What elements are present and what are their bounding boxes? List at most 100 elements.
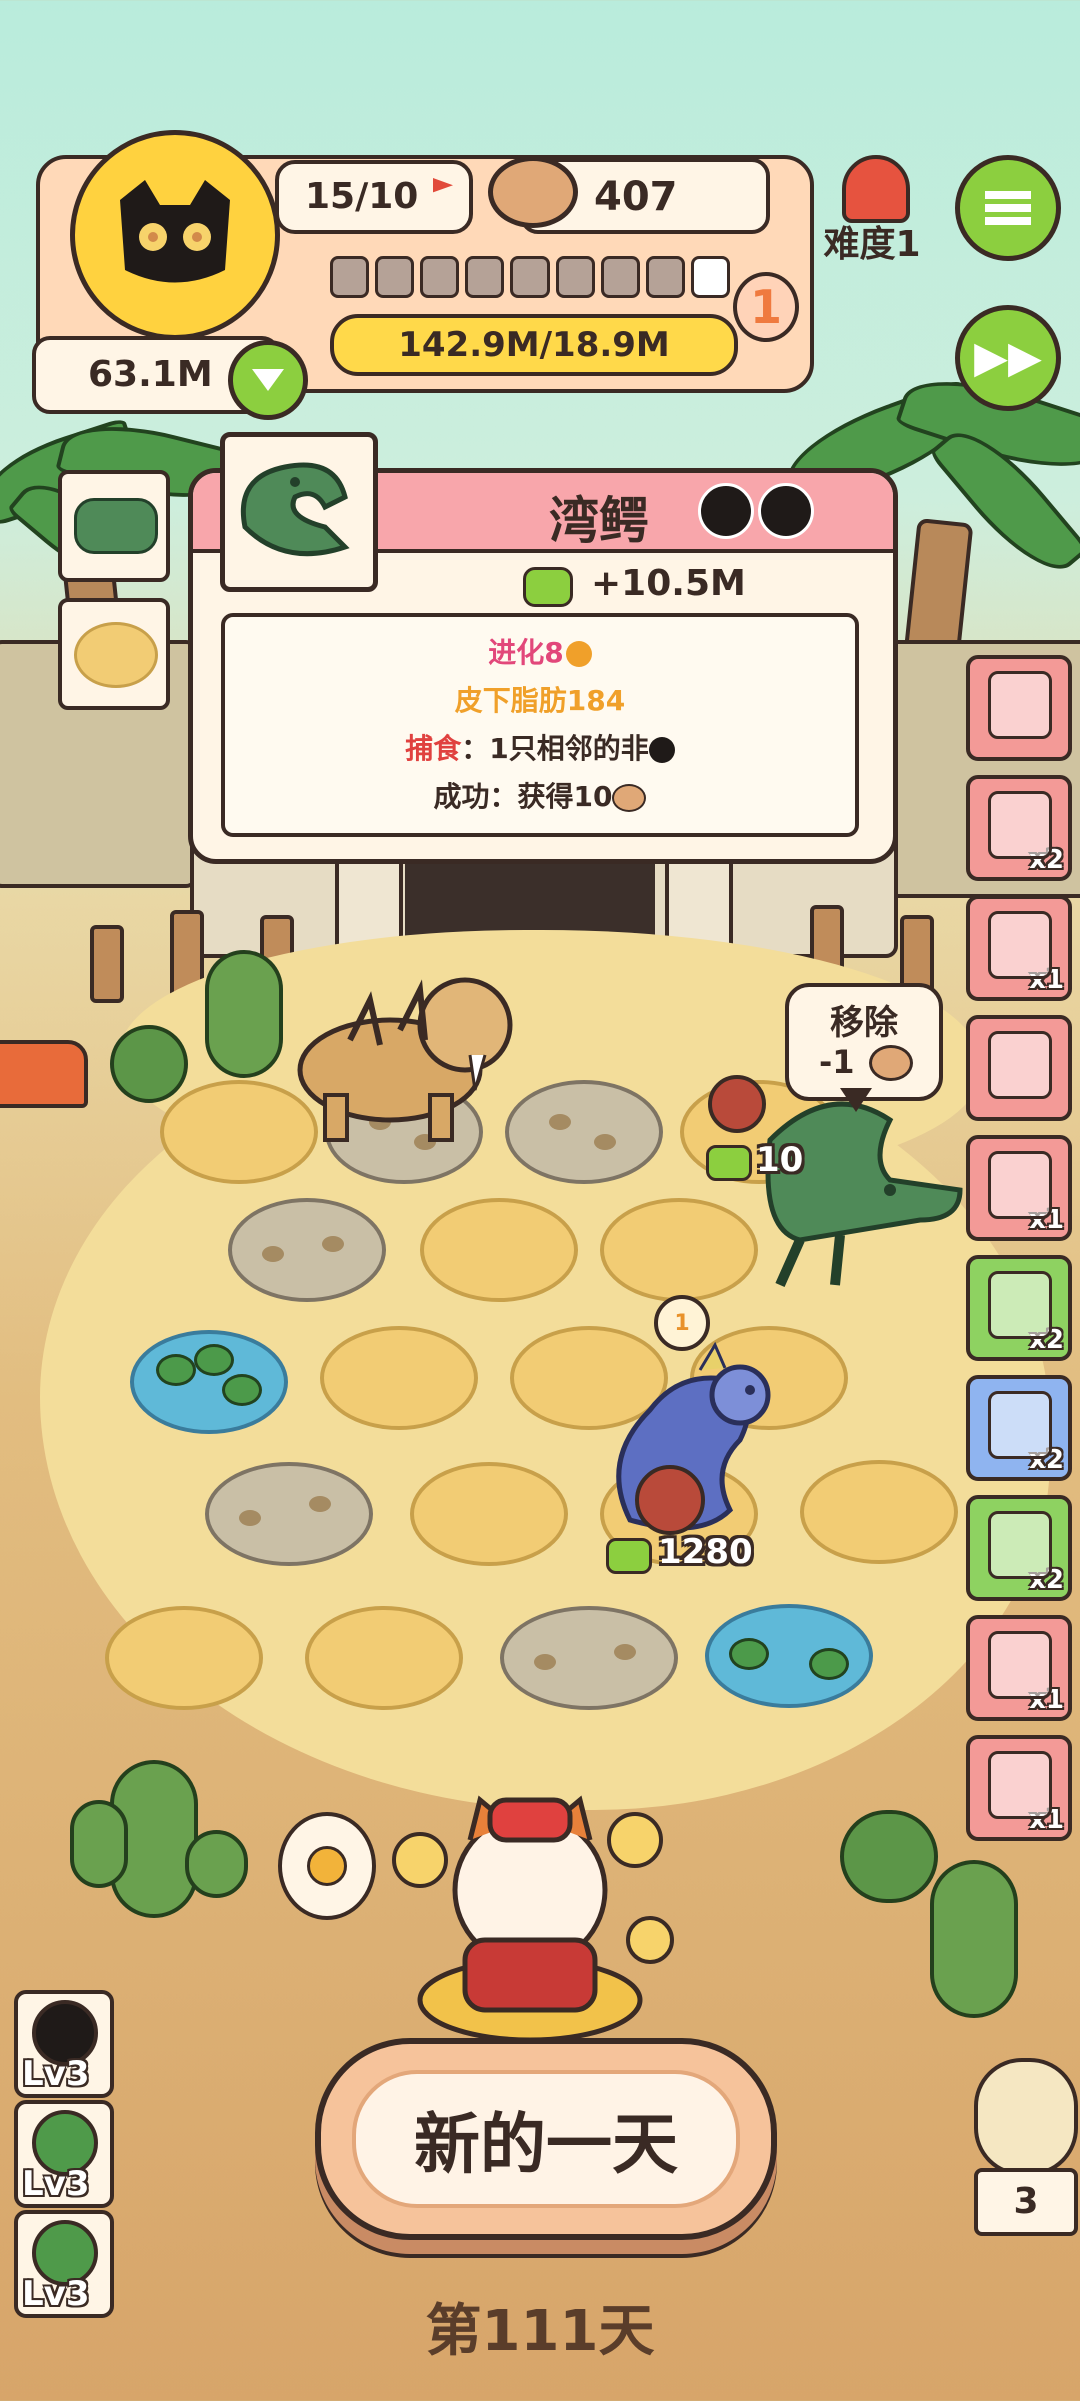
side-item[interactable] xyxy=(966,1015,1072,1121)
menu-button[interactable] xyxy=(955,155,1061,261)
remove-bubble[interactable]: 移除 -1 xyxy=(785,983,943,1101)
level-badge: 1 xyxy=(733,272,799,342)
population-value: 15/10 xyxy=(305,176,419,217)
progress-segment xyxy=(510,256,550,298)
dragon-badge: 1 xyxy=(654,1295,710,1351)
board-tile[interactable] xyxy=(320,1326,478,1430)
tray-icon xyxy=(988,1151,1052,1219)
board-tile[interactable] xyxy=(420,1198,578,1302)
progress-segment xyxy=(645,256,685,298)
board-tile-pond[interactable] xyxy=(130,1330,288,1434)
lucky-cat-mascot[interactable] xyxy=(380,1770,680,2040)
mini-card-croc[interactable] xyxy=(58,470,170,582)
crocodile-creature[interactable] xyxy=(740,1080,970,1300)
sand-tile-icon xyxy=(74,622,158,688)
remove-bubble-title: 移除 xyxy=(830,1003,898,1043)
side-item[interactable]: x1 xyxy=(966,895,1072,1001)
board-tile-rock[interactable] xyxy=(505,1080,663,1184)
card-icon xyxy=(988,791,1052,859)
sabertooth-tiger[interactable] xyxy=(280,930,520,1150)
board-tile[interactable] xyxy=(600,1198,758,1302)
evolve-line: 进化8 xyxy=(225,631,855,671)
hunt-label: 捕食 xyxy=(405,732,462,765)
snack-bag-icon xyxy=(988,1271,1052,1339)
new-day-button[interactable]: 新的一天 xyxy=(315,2038,777,2240)
skill-level: Lv3 xyxy=(22,2054,90,2094)
can-icon xyxy=(612,784,647,812)
crystal-icon xyxy=(988,1751,1052,1819)
black-cat-icon xyxy=(120,180,230,283)
cat-can-icon xyxy=(488,156,578,228)
skill-badge[interactable]: Lv3 xyxy=(14,1990,114,2098)
creature-portrait xyxy=(220,432,378,592)
side-item[interactable]: x1 xyxy=(966,1615,1072,1721)
jar-plant-icon xyxy=(988,911,1052,979)
mini-card-tile[interactable] xyxy=(58,598,170,710)
tent-icon xyxy=(988,1511,1052,1579)
owl-icon xyxy=(974,2058,1078,2176)
fast-forward-button[interactable]: ▶▶ xyxy=(955,305,1061,411)
popup-details: 进化8 皮下脂肪184 捕食：1只相邻的非 成功：获得10 xyxy=(221,613,859,837)
gear-trait-icon xyxy=(758,483,814,539)
progress-segment xyxy=(690,256,730,298)
board-tile[interactable] xyxy=(305,1606,463,1710)
meat-icon xyxy=(635,1465,705,1535)
skill-badge[interactable]: Lv3 xyxy=(14,2100,114,2208)
progress-segment xyxy=(375,256,415,298)
day-label: 第111天 xyxy=(425,2299,655,2364)
board-tile[interactable] xyxy=(410,1462,568,1566)
croc-income-icon xyxy=(706,1145,752,1181)
board-tile-rock[interactable] xyxy=(228,1198,386,1302)
flag-icon xyxy=(433,178,453,193)
owl-counter-value: 3 xyxy=(1013,2181,1039,2222)
new-day-inner: 新的一天 xyxy=(352,2070,740,2208)
coin-value: 407 xyxy=(594,174,678,220)
board-tile-rock[interactable] xyxy=(500,1606,678,1710)
dragon-badge-value: 1 xyxy=(674,1310,690,1336)
skill-list: Lv3 Lv3 Lv3 xyxy=(0,1990,120,2320)
crocodile-icon xyxy=(74,498,158,554)
croc-value: 10 xyxy=(756,1140,804,1180)
success-label: 成功： xyxy=(433,780,518,813)
certificate-icon[interactable] xyxy=(278,1812,376,1920)
board-tile[interactable] xyxy=(105,1606,263,1710)
population-counter: 15/10 xyxy=(275,160,473,234)
side-item[interactable]: x2 xyxy=(966,1255,1072,1361)
scroll-icon xyxy=(988,1631,1052,1699)
side-item[interactable]: x2 xyxy=(966,1375,1072,1481)
side-item[interactable]: x1 xyxy=(966,1135,1072,1241)
hunt-value: ：1只相邻的非 xyxy=(461,732,649,765)
medal-icon xyxy=(307,1846,347,1886)
success-value: 获得10 xyxy=(517,780,613,813)
side-item[interactable]: x1 xyxy=(966,1735,1072,1841)
owl-counter-box: 3 xyxy=(974,2168,1078,2236)
owl-counter[interactable]: 3 xyxy=(968,2058,1078,2238)
progress-segment xyxy=(465,256,505,298)
chevron-down-icon xyxy=(252,369,284,391)
side-item[interactable] xyxy=(966,655,1072,761)
can-icon xyxy=(869,1045,913,1081)
board-tile-rock[interactable] xyxy=(205,1462,373,1566)
popup-income: +10.5M xyxy=(591,563,746,604)
progress-segment xyxy=(600,256,640,298)
evolve-text: 进化8 xyxy=(488,636,564,669)
board-tile-pond[interactable] xyxy=(705,1604,873,1708)
collapse-button[interactable] xyxy=(228,340,308,420)
gear-trait-icon xyxy=(648,737,675,763)
bite-trait-icon xyxy=(698,483,754,539)
evolve-icon xyxy=(565,641,592,667)
menu-icon xyxy=(985,191,1031,225)
segment-bar xyxy=(330,256,730,300)
flower-icon xyxy=(842,155,910,223)
new-day-label: 新的一天 xyxy=(414,2106,678,2183)
avatar[interactable] xyxy=(70,130,280,340)
side-item[interactable]: x2 xyxy=(966,775,1072,881)
difficulty-indicator[interactable]: 难度1 xyxy=(812,155,932,265)
board-tile[interactable] xyxy=(800,1460,958,1564)
side-item[interactable]: x2 xyxy=(966,1495,1072,1601)
success-line: 成功：获得10 xyxy=(225,775,855,815)
income-icon xyxy=(523,567,573,607)
progress-text: 142.9M/18.9M xyxy=(398,325,670,365)
crocodile-icon xyxy=(240,462,350,557)
skill-level: Lv3 xyxy=(22,2164,90,2204)
